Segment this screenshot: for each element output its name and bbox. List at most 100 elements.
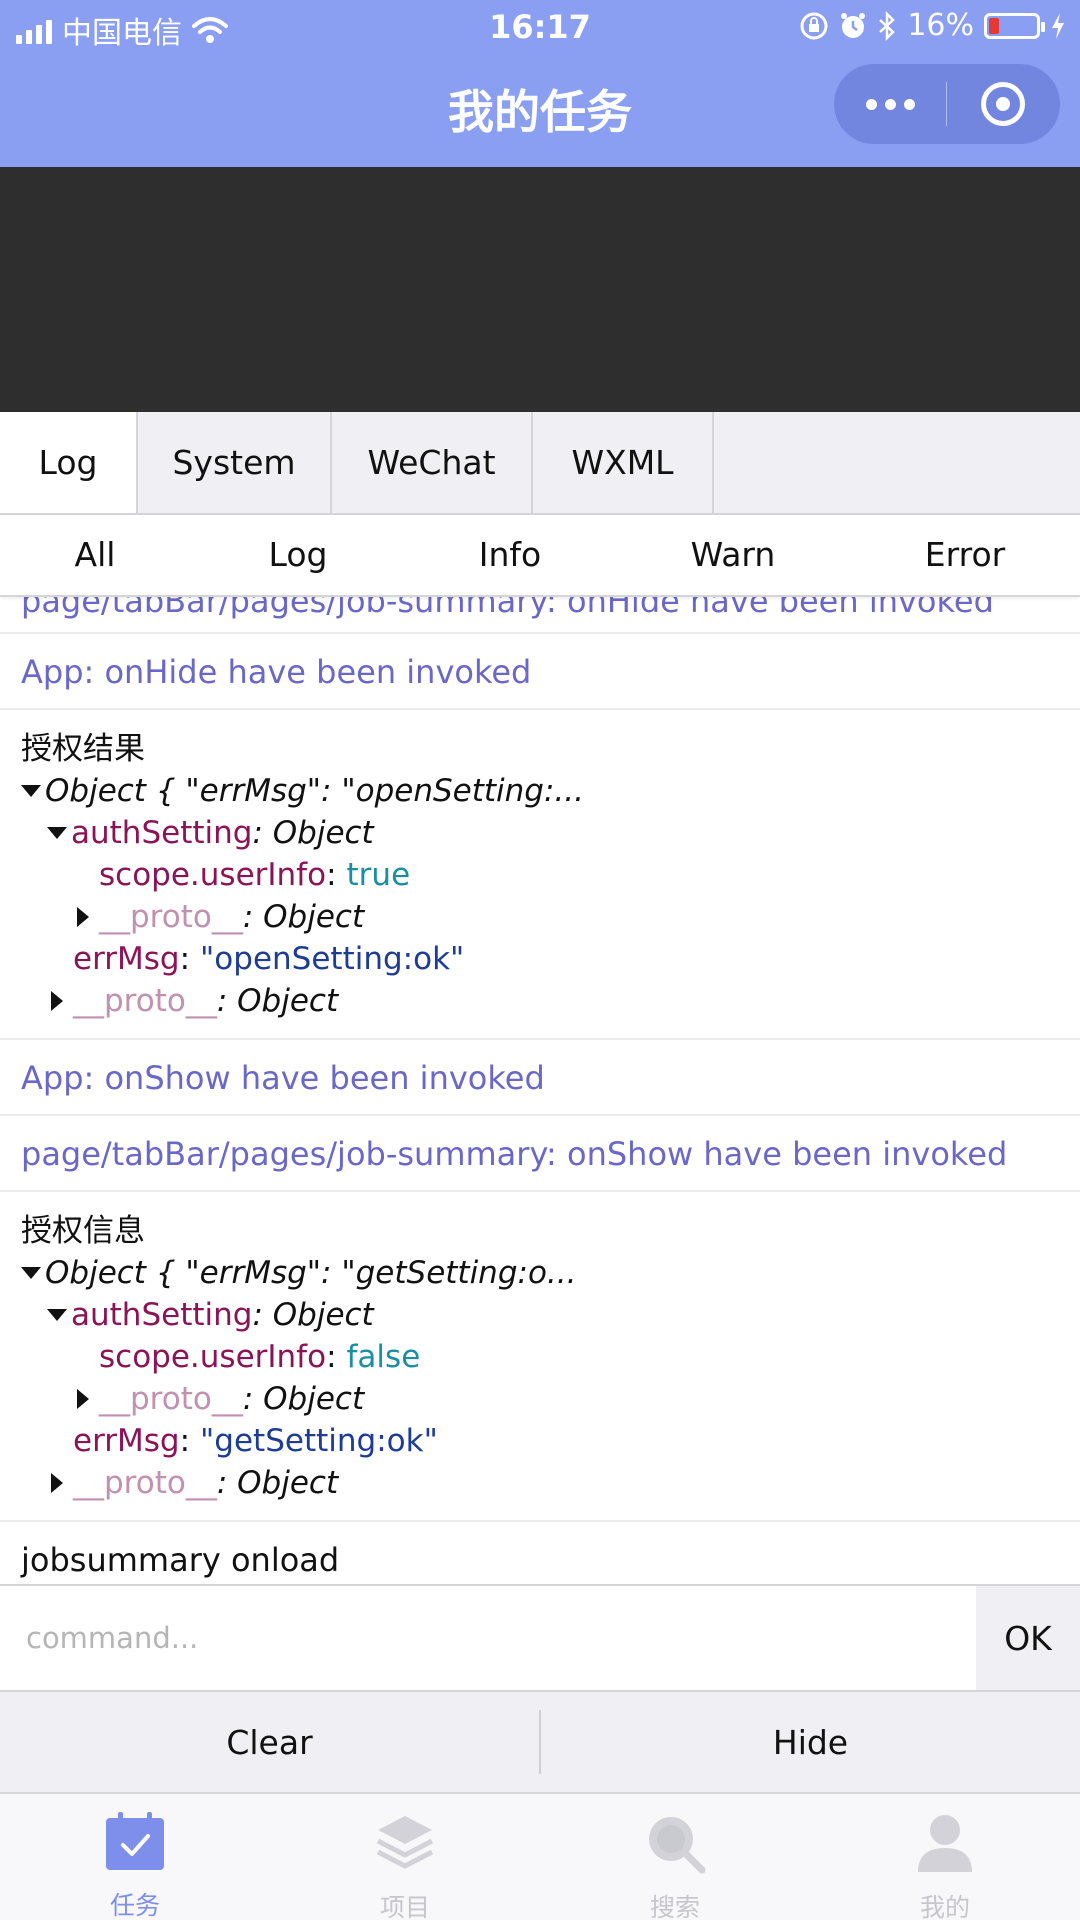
tree-type: : Object [252, 1297, 374, 1333]
collapsed-triangle-icon [77, 907, 89, 927]
tree-leaf-userinfo: scope.userInfo : true [21, 854, 1059, 896]
tree-type: : Object [242, 899, 365, 935]
tree-colon: : [179, 941, 191, 977]
tree-node-authsetting[interactable]: authSetting : Object [21, 1294, 1059, 1336]
tabbar-item-search[interactable]: 搜索 [540, 1794, 810, 1920]
nav-header: 中国电信 16:17 16% 我的任务 [0, 0, 1080, 167]
object-summary: Object { "errMsg": "openSetting:... [45, 773, 584, 809]
tree-node-authsetting[interactable]: authSetting : Object [21, 812, 1059, 854]
log-text: page/tabBar/pages/job-summary: onHide ha… [21, 597, 994, 620]
tree-colon: : [326, 857, 337, 893]
log-entry: page/tabBar/pages/job-summary: onHide ha… [0, 597, 1080, 634]
log-entry: App: onHide have been invoked [0, 634, 1080, 710]
tree-leaf-errmsg: errMsg : "getSetting:ok" [21, 1420, 1059, 1462]
expand-triangle-icon [47, 827, 67, 839]
tab-log[interactable]: Log [0, 412, 138, 513]
tree-root[interactable]: Object { "errMsg": "openSetting:... [21, 770, 1059, 812]
tabbar-item-project[interactable]: 项目 [270, 1794, 540, 1920]
tabbar-item-mine[interactable]: 我的 [810, 1794, 1080, 1920]
tree-value: false [346, 1339, 421, 1375]
status-bar: 中国电信 16:17 16% [0, 0, 1080, 56]
alarm-icon [841, 12, 866, 38]
console-actions: Clear Hide [0, 1692, 1080, 1794]
tabbar-label: 任务 [109, 1891, 160, 1920]
log-entry-object: 授权信息 Object { "errMsg": "getSetting:o...… [0, 1192, 1080, 1522]
log-entry: jobsummary onload [0, 1522, 1080, 1584]
bluetooth-icon [879, 10, 896, 41]
tree-leaf-errmsg: errMsg : "openSetting:ok" [21, 938, 1059, 980]
command-input[interactable] [0, 1586, 976, 1690]
user-icon [912, 1812, 978, 1874]
page-content-area [0, 167, 1080, 412]
tree-type: : Object [216, 983, 339, 1019]
tree-colon: : [179, 1423, 191, 1459]
tabbar-label: 搜索 [649, 1893, 700, 1920]
expand-triangle-icon [21, 785, 41, 797]
log-entry: App: onShow have been invoked [0, 1040, 1080, 1116]
close-miniprogram-button[interactable] [947, 64, 1059, 144]
filter-all[interactable]: All [75, 535, 116, 574]
command-bar: OK [0, 1584, 1080, 1692]
tree-value: "getSetting:ok" [200, 1423, 438, 1459]
tree-leaf-userinfo: scope.userInfo : false [21, 1336, 1059, 1378]
tabbar-item-task[interactable]: 任务 [0, 1794, 270, 1920]
filter-warn[interactable]: Warn [691, 535, 776, 574]
tree-node-proto[interactable]: __proto__ : Object [21, 1462, 1059, 1504]
task-check-icon [102, 1812, 168, 1872]
tree-type: : Object [242, 1381, 365, 1417]
tree-key: authSetting [71, 815, 253, 851]
rotation-lock-icon [800, 12, 828, 39]
filter-info[interactable]: Info [479, 535, 541, 574]
tab-wechat[interactable]: WeChat [332, 412, 533, 513]
tree-key: errMsg [73, 1423, 180, 1459]
bottom-tabbar: 任务 项目 搜索 我的 [0, 1794, 1080, 1920]
dot-icon [865, 98, 877, 110]
battery-percent: 16% [907, 8, 974, 43]
collapsed-triangle-icon [77, 1389, 89, 1409]
log-filters: All Log Info Warn Error [0, 515, 1080, 597]
dot-icon [884, 98, 896, 110]
more-button[interactable] [834, 64, 946, 144]
tree-key: authSetting [71, 1297, 253, 1333]
tab-system[interactable]: System [138, 412, 332, 513]
log-entry-object: 授权结果 Object { "errMsg": "openSetting:...… [0, 710, 1080, 1040]
log-list[interactable]: page/tabBar/pages/job-summary: onHide ha… [0, 597, 1080, 1584]
log-entry: page/tabBar/pages/job-summary: onShow ha… [0, 1116, 1080, 1192]
tree-key: __proto__ [99, 1381, 243, 1417]
charging-icon [1052, 12, 1064, 39]
filter-error[interactable]: Error [925, 535, 1005, 574]
console-tabs: Log System WeChat WXML [0, 412, 1080, 515]
tree-node-proto[interactable]: __proto__ : Object [21, 980, 1059, 1022]
tree-root[interactable]: Object { "errMsg": "getSetting:o... [21, 1252, 1059, 1294]
clear-button[interactable]: Clear [0, 1692, 539, 1792]
tree-key: errMsg [73, 941, 180, 977]
tree-colon: : [326, 1339, 337, 1375]
capsule-menu [834, 64, 1060, 144]
collapsed-triangle-icon [51, 1473, 63, 1493]
ok-button[interactable]: OK [976, 1586, 1080, 1690]
tree-type: : Object [252, 815, 374, 851]
collapsed-triangle-icon [51, 991, 63, 1011]
dot-icon [903, 98, 915, 110]
battery-icon [984, 12, 1045, 39]
log-title: 授权结果 [21, 731, 145, 767]
tree-key: __proto__ [73, 983, 217, 1019]
tab-wxml[interactable]: WXML [533, 412, 714, 513]
object-summary: Object { "errMsg": "getSetting:o... [45, 1255, 577, 1291]
filter-log[interactable]: Log [269, 535, 328, 574]
tree-node-proto[interactable]: __proto__ : Object [21, 896, 1059, 938]
tree-key: __proto__ [99, 899, 243, 935]
layers-icon [372, 1812, 438, 1874]
target-circle-icon [981, 82, 1025, 126]
status-right: 16% [799, 8, 1066, 43]
tree-value: true [346, 857, 411, 893]
hide-button[interactable]: Hide [541, 1692, 1080, 1792]
tree-key: scope.userInfo [99, 857, 327, 893]
tabbar-label: 我的 [919, 1893, 970, 1920]
tree-node-proto[interactable]: __proto__ : Object [21, 1378, 1059, 1420]
expand-triangle-icon [21, 1267, 41, 1279]
tree-key: scope.userInfo [99, 1339, 327, 1375]
tree-key: __proto__ [73, 1465, 217, 1501]
tabbar-label: 项目 [379, 1893, 430, 1920]
search-icon [642, 1812, 708, 1874]
